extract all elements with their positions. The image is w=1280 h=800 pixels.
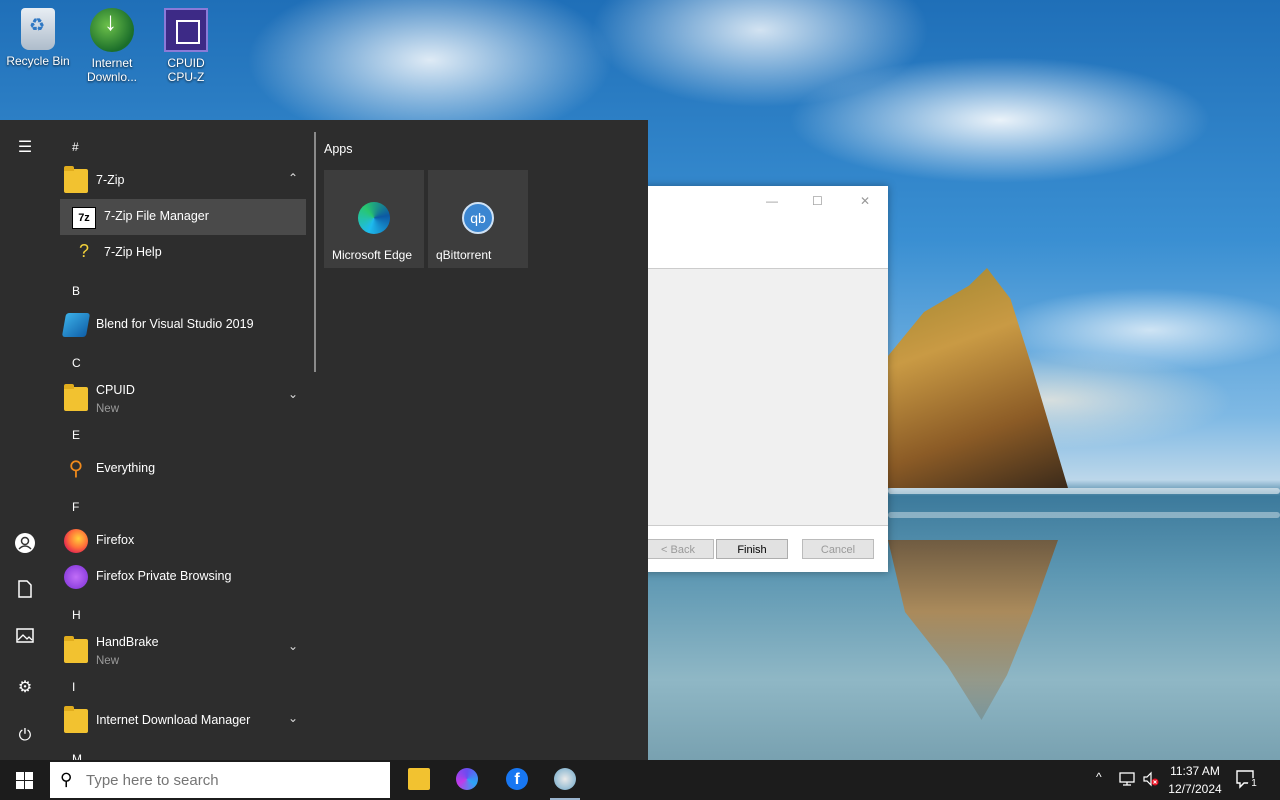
chevron-down-icon: ⌄: [287, 387, 298, 401]
taskbar-file-explorer[interactable]: [396, 764, 442, 796]
cpu-z-icon: [164, 8, 208, 52]
app-label: HandBrake: [96, 635, 159, 649]
folder-icon: [64, 636, 88, 663]
facebook-icon: f: [506, 768, 528, 790]
qbittorrent-icon: qb: [462, 202, 494, 234]
search-input[interactable]: [86, 762, 381, 798]
bing-app-icon: [456, 768, 478, 790]
notification-count-badge: 1: [1248, 778, 1260, 790]
firefox-icon: [64, 529, 88, 553]
group-header-i[interactable]: I: [72, 680, 75, 694]
taskbar-search-box[interactable]: ⚲: [50, 762, 390, 798]
group-header-e[interactable]: E: [72, 428, 80, 442]
app-label: CPUID: [96, 383, 135, 397]
wallpaper-wave: [888, 512, 1280, 518]
recycle-bin-icon: [21, 8, 55, 50]
desktop-icon-recycle-bin[interactable]: Recycle Bin: [0, 8, 76, 68]
7-zip-icon: 7z: [72, 207, 96, 229]
system-clock[interactable]: 11:37 AM 12/7/2024: [1160, 762, 1230, 798]
group-header-m[interactable]: M: [72, 752, 82, 760]
start-rail: ☰ ⚙ ⏻: [0, 120, 50, 760]
app-item-7-zip-help[interactable]: ? 7-Zip Help: [60, 235, 306, 271]
app-label: Internet Download Manager: [96, 713, 251, 727]
group-header-b[interactable]: B: [72, 284, 80, 298]
pictures-icon[interactable]: [13, 628, 37, 652]
app-item-7-zip-file-manager[interactable]: 7z 7-Zip File Manager: [60, 199, 306, 235]
tile-label: Microsoft Edge: [332, 248, 413, 262]
microsoft-edge-icon: [358, 202, 390, 234]
taskbar-bing-app[interactable]: [444, 764, 490, 796]
app-list: # 7-Zip ⌃ 7z 7-Zip File Manager ? 7-Zip …: [50, 120, 312, 760]
back-button[interactable]: < Back: [642, 539, 714, 559]
start-button[interactable]: [0, 760, 48, 800]
maximize-icon[interactable]: ☐: [812, 194, 823, 208]
app-label: Firefox Private Browsing: [96, 569, 232, 583]
taskbar-facebook[interactable]: f: [494, 764, 540, 796]
app-item-firefox[interactable]: Firefox: [60, 523, 306, 559]
group-header-f[interactable]: F: [72, 500, 79, 514]
new-badge: New: [96, 655, 120, 667]
app-item-blend-for-visual-studio[interactable]: Blend for Visual Studio 2019: [60, 307, 306, 343]
app-list-scrollbar[interactable]: [314, 132, 316, 372]
search-icon: ⚲: [60, 770, 73, 789]
tiles-group-header[interactable]: Apps: [324, 142, 353, 156]
app-item-everything[interactable]: ⚲ Everything: [60, 451, 306, 487]
file-explorer-icon: [408, 768, 430, 790]
hamburger-menu-icon[interactable]: ☰: [13, 136, 37, 160]
show-hidden-icons-chevron-icon[interactable]: ^: [1096, 770, 1102, 784]
blend-icon: [61, 313, 91, 337]
taskbar: ⚲ f ^ 11:37 AM 12/7/2024 1: [0, 760, 1280, 800]
app-item-handbrake-folder[interactable]: HandBrake New ⌄: [60, 631, 306, 667]
user-account-icon[interactable]: [13, 532, 37, 556]
clock-time: 11:37 AM: [1170, 764, 1220, 778]
tile-qbittorrent[interactable]: qb qBittorrent: [428, 170, 528, 268]
app-item-cpuid-folder[interactable]: CPUID New ⌄: [60, 379, 306, 415]
desktop-icon-label: Internet Downlo...: [86, 56, 138, 84]
desktop-icon-internet-download-manager[interactable]: Internet Downlo...: [74, 8, 150, 84]
app-item-7-zip-folder[interactable]: 7-Zip ⌃: [60, 163, 306, 199]
taskbar-installer-app[interactable]: [542, 764, 588, 800]
minimize-icon[interactable]: —: [766, 194, 778, 208]
app-label: 7-Zip: [96, 173, 125, 187]
desktop-icon-label: Recycle Bin: [6, 54, 70, 68]
volume-muted-icon[interactable]: [1142, 771, 1160, 790]
action-center-button[interactable]: 1: [1236, 770, 1260, 790]
wallpaper-wave: [888, 488, 1280, 494]
app-label: Blend for Visual Studio 2019: [96, 317, 254, 331]
app-item-firefox-private-browsing[interactable]: Firefox Private Browsing: [60, 559, 306, 595]
group-header-h[interactable]: H: [72, 608, 81, 622]
clock-date: 12/7/2024: [1168, 782, 1222, 796]
app-label: 7-Zip File Manager: [104, 209, 209, 223]
folder-icon: [64, 166, 88, 193]
folder-icon: [64, 706, 88, 733]
tile-label: qBittorrent: [436, 248, 492, 262]
app-label: Firefox: [96, 533, 135, 547]
new-badge: New: [96, 403, 120, 415]
app-item-internet-download-manager-folder[interactable]: Internet Download Manager ⌄: [60, 703, 306, 739]
chevron-down-icon: ⌄: [287, 639, 298, 653]
folder-icon: [64, 384, 88, 411]
start-menu: ☰ ⚙ ⏻ # 7-Zip ⌃ 7z 7-Zip File Manager ? …: [0, 120, 648, 760]
firefox-private-icon: [64, 565, 88, 589]
internet-download-manager-icon: [90, 8, 134, 52]
chevron-down-icon: ⌄: [287, 711, 298, 725]
settings-icon[interactable]: ⚙: [13, 676, 37, 700]
desktop-icon-label: CPUID CPU-Z: [167, 56, 205, 84]
tile-microsoft-edge[interactable]: Microsoft Edge: [324, 170, 424, 268]
power-icon[interactable]: ⏻: [13, 724, 37, 748]
documents-icon[interactable]: [13, 580, 37, 604]
cancel-button[interactable]: Cancel: [802, 539, 874, 559]
close-icon[interactable]: ✕: [860, 194, 870, 208]
finish-button[interactable]: Finish: [716, 539, 788, 559]
chevron-up-icon: ⌃: [287, 171, 298, 185]
desktop-icon-cpu-z[interactable]: CPUID CPU-Z: [148, 8, 224, 84]
app-label: 7-Zip Help: [104, 245, 162, 259]
group-header-hash[interactable]: #: [72, 140, 79, 154]
app-label: Everything: [96, 461, 156, 475]
network-icon[interactable]: [1118, 771, 1136, 790]
installer-app-icon: [554, 768, 576, 790]
group-header-c[interactable]: C: [72, 356, 81, 370]
search-magnifier-icon: ⚲: [68, 458, 84, 480]
help-file-icon: ?: [78, 241, 89, 261]
